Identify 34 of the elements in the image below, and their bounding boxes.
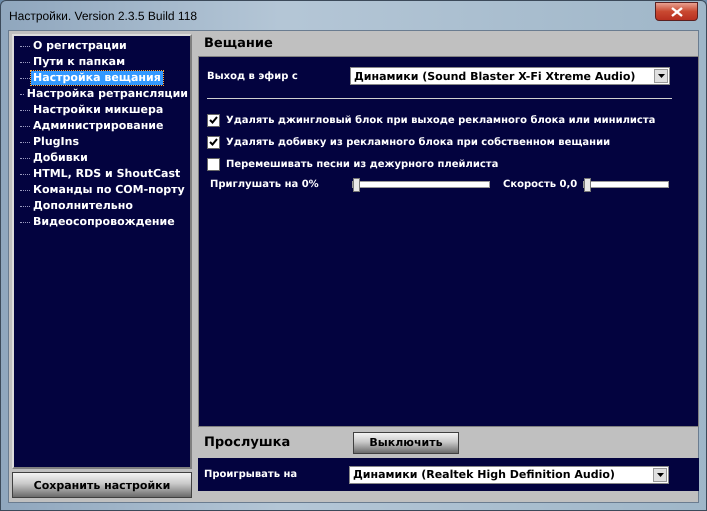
section-title: Вещание	[203, 35, 274, 53]
tree-item[interactable]: PlugIns	[31, 135, 82, 149]
dropdown-arrow-icon	[656, 472, 664, 476]
tree-item[interactable]: Пути к папкам	[31, 55, 128, 69]
close-button[interactable]	[655, 2, 698, 21]
tree-item[interactable]: Настройки микшера	[31, 103, 166, 117]
tree-item[interactable]: Видеосопровождение	[31, 215, 177, 229]
checkbox-label: Перемешивать песни из дежурного плейлиста	[226, 158, 498, 170]
tree-item[interactable]: Дополнительно	[31, 199, 135, 213]
tree-item[interactable]: Настройка ретрансляции	[24, 87, 190, 101]
close-icon	[670, 6, 682, 16]
window-title: Настройки. Version 2.3.5 Build 118	[9, 8, 198, 22]
tree-item[interactable]: HTML, RDS и ShoutCast	[31, 167, 182, 181]
checkbox-label: Удалять джингловый блок при выходе рекламного блока или минилиста	[226, 114, 656, 126]
tree-item[interactable]: Администрирование	[31, 119, 166, 133]
slider-thumb[interactable]	[353, 178, 360, 192]
tree-item[interactable]: Команды по COM-порту	[31, 183, 187, 197]
off-button[interactable]: Выключить	[353, 432, 459, 454]
output-dropdown[interactable]: Динамики (Sound Blaster X-Fi Xtreme Audio)	[350, 67, 670, 85]
slider-thumb[interactable]	[584, 178, 592, 192]
slider-label: Скорость 0,0	[503, 179, 578, 190]
section-title: Прослушка	[203, 435, 292, 450]
tree-item[interactable]: Добивки	[31, 151, 90, 165]
save-button[interactable]: Сохранить настройки	[12, 472, 192, 498]
dropdown-arrow-icon	[658, 74, 664, 78]
playback-dropdown[interactable]: Динамики (Realtek High Definition Audio)	[349, 466, 669, 484]
checkbox[interactable]	[207, 114, 220, 126]
playback-label: Проигрывать на	[204, 469, 298, 480]
checkbox[interactable]	[207, 136, 220, 148]
checkbox[interactable]	[207, 158, 220, 170]
output-label: Выход в эфир с	[207, 70, 299, 82]
checkbox-label: Удалять добивку из рекламного блока при собственном вещании	[226, 136, 610, 148]
tree-item[interactable]: О регистрации	[31, 39, 129, 53]
slider-label: Приглушать на 0%	[210, 179, 320, 190]
